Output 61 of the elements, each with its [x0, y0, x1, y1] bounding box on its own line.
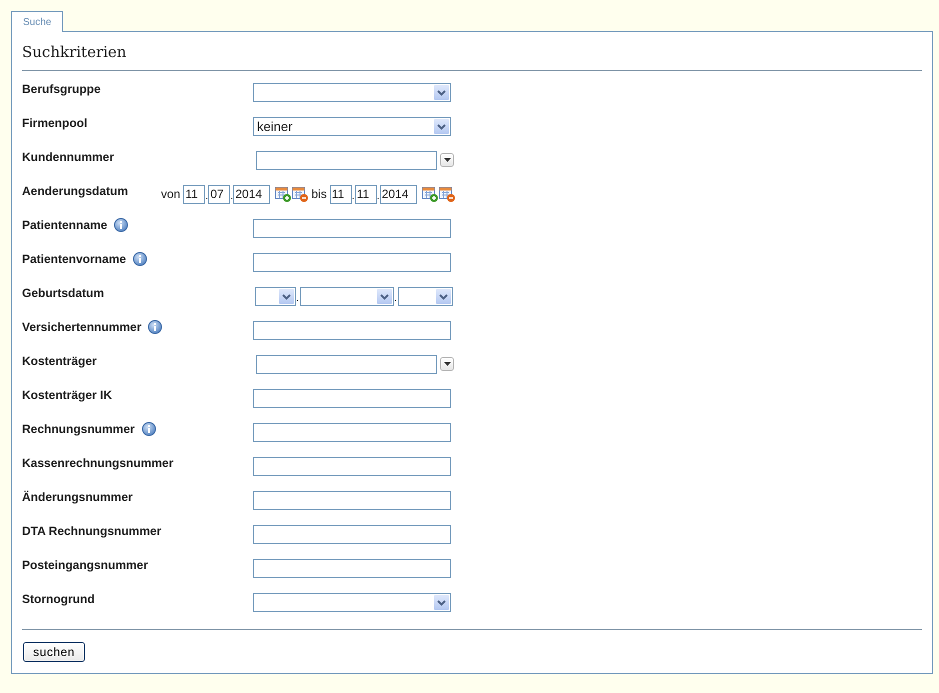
date-input[interactable]: 11 [354, 184, 377, 204]
dropdown[interactable] [398, 286, 453, 306]
field-label: Kundennummer [22, 150, 114, 164]
dropdown[interactable] [253, 592, 451, 612]
field-label: Firmenpool [22, 116, 88, 130]
date-separator: . [230, 190, 234, 204]
date-input[interactable]: 07 [208, 184, 230, 204]
date-separator: . [296, 292, 300, 306]
input-field[interactable] [253, 422, 451, 442]
field-label: Änderungsnummer [22, 490, 133, 504]
input-field[interactable] [253, 388, 451, 408]
input-field[interactable] [253, 320, 451, 340]
date-separator: . [376, 190, 380, 204]
info-icon[interactable] [133, 252, 148, 266]
field-label: Stornogrund [22, 592, 95, 606]
field-label: DTA Rechnungsnummer [22, 524, 162, 538]
input-field[interactable] [253, 456, 451, 476]
dropdown-button[interactable] [440, 153, 454, 167]
caret-icon[interactable] [444, 362, 450, 366]
input-field[interactable] [253, 490, 451, 510]
field-label: Patientenname [22, 218, 108, 232]
input-field[interactable] [253, 252, 451, 272]
date-input[interactable]: 11 [330, 184, 352, 204]
date-separator: . [394, 292, 398, 306]
dropdown[interactable]: keiner [253, 116, 451, 136]
info-icon[interactable] [114, 218, 128, 232]
search-button[interactable]: suchen [23, 642, 85, 662]
input-field[interactable] [253, 524, 451, 544]
calendar-plus-icon[interactable] [422, 186, 438, 202]
date-separator: . [205, 190, 208, 204]
range-label: von [161, 187, 180, 201]
field-label: Versichertennummer [22, 320, 142, 334]
calendar-minus-icon[interactable] [438, 186, 455, 202]
input-field[interactable] [253, 218, 451, 238]
field-label: Kassenrechnungsnummer [22, 456, 174, 470]
info-icon[interactable] [142, 422, 156, 436]
field-label: Rechnungsnummer [22, 422, 135, 436]
input-field[interactable] [256, 354, 437, 374]
input-field[interactable] [256, 150, 437, 170]
caret-icon[interactable] [444, 158, 450, 162]
field-label: Kostenträger IK [22, 388, 112, 402]
dropdown-button[interactable] [440, 357, 454, 371]
date-input[interactable]: 11 [183, 184, 206, 204]
field-label: Berufsgruppe [22, 82, 101, 96]
field-label: Posteingangsnummer [22, 558, 148, 572]
range-label: bis [311, 187, 327, 201]
calendar-plus-icon[interactable] [275, 186, 292, 202]
date-input[interactable]: 2014 [233, 184, 270, 204]
info-icon[interactable] [148, 320, 162, 334]
field-label: Patientenvorname [22, 252, 126, 266]
dropdown[interactable] [253, 82, 451, 102]
dropdown[interactable] [255, 286, 296, 306]
field-label: Geburtsdatum [22, 286, 104, 300]
section-title: Suchkriterien [22, 42, 922, 71]
input-field[interactable] [253, 558, 451, 578]
field-label: Aenderungsdatum [22, 184, 128, 198]
field-label: Kostenträger [22, 354, 97, 368]
date-separator: . [352, 190, 355, 204]
date-input[interactable]: 2014 [380, 184, 417, 204]
dropdown[interactable] [300, 286, 394, 306]
calendar-minus-icon[interactable] [292, 186, 308, 202]
